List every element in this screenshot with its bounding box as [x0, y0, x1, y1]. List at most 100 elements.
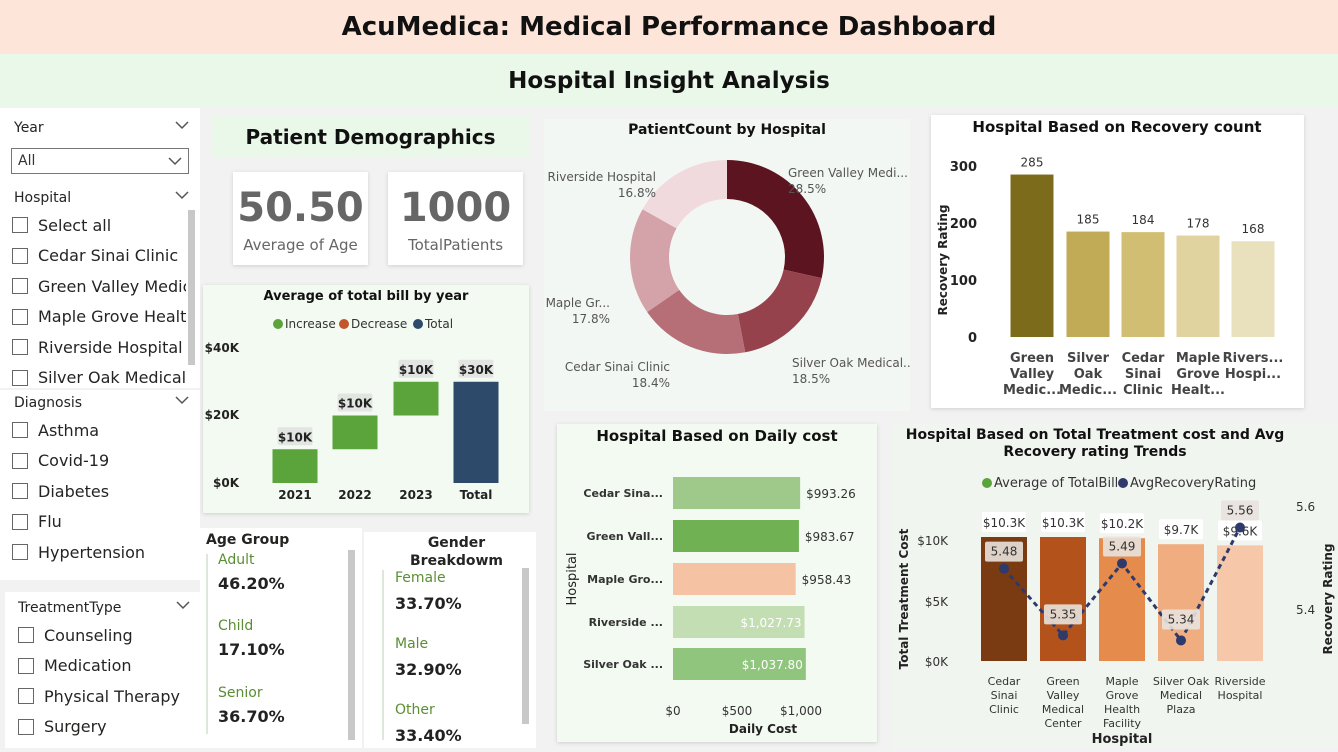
avg-age-card: 50.50 Average of Age — [233, 172, 368, 265]
waterfall-bar — [332, 415, 378, 450]
hospital-scrollbar[interactable] — [188, 210, 195, 365]
y-axis-title: Total Treatment Cost — [897, 528, 911, 669]
y2-axis-title: Recovery Rating — [1321, 544, 1335, 655]
cost-bar — [1040, 537, 1086, 661]
patient-count-chart: PatientCount by Hospital Green Valley Med… — [544, 119, 915, 411]
chevron-down-icon[interactable] — [176, 600, 190, 610]
waterfall-bar — [272, 449, 318, 483]
chevron-down-icon[interactable] — [175, 190, 189, 200]
chevron-down-icon[interactable] — [175, 120, 189, 130]
diagnosis-option[interactable]: Hypertension — [12, 537, 192, 568]
x-tick-label: Grove — [1106, 689, 1139, 702]
year-slicer-header[interactable]: Year — [14, 120, 189, 136]
option-label: Surgery — [44, 717, 107, 737]
hospital-option[interactable]: Green Valley Medic... — [12, 271, 186, 302]
gender-value: 33.40% — [395, 726, 462, 745]
y-tick-label: 200 — [950, 217, 977, 232]
checkbox[interactable] — [18, 718, 34, 735]
waterfall-bar — [393, 381, 439, 416]
y2-tick-label: 5.4 — [1296, 603, 1315, 617]
gender-item: Female 33.70% — [395, 570, 462, 613]
gender-value: 33.70% — [395, 594, 462, 613]
gender-label: Female — [395, 570, 446, 586]
year-dropdown-value: All — [18, 153, 36, 169]
treatment-option[interactable]: Counseling — [18, 620, 196, 651]
data-label: $958.43 — [802, 573, 852, 587]
diagnosis-option[interactable]: Covid-19 — [12, 446, 192, 477]
checkbox[interactable] — [18, 657, 34, 674]
x-tick-label: $500 — [722, 704, 753, 718]
x-tick-label: Silver Oak — [1153, 675, 1210, 688]
checkbox[interactable] — [12, 339, 28, 356]
diagnosis-option[interactable]: Diabetes — [12, 476, 192, 507]
checkbox[interactable] — [12, 544, 28, 561]
treatment-slicer-header[interactable]: TreatmentType — [18, 600, 190, 616]
recovery-svg: Hospital Based on Recovery count Recovery… — [936, 118, 1283, 398]
slice-percent: 18.4% — [632, 376, 670, 390]
age-scrollbar[interactable] — [348, 550, 355, 740]
checkbox[interactable] — [12, 452, 28, 469]
slice-label: Riverside Hospital — [548, 170, 656, 184]
data-label: 184 — [1132, 213, 1155, 227]
hospital-slicer-header[interactable]: Hospital — [14, 190, 189, 206]
data-label: $983.67 — [805, 530, 855, 544]
hospital-option[interactable]: Riverside Hospital — [12, 332, 186, 363]
slice-percent: 18.5% — [792, 372, 830, 386]
cost-bar — [1099, 538, 1145, 661]
x-tick-label: Silver — [1067, 351, 1110, 366]
hospital-option[interactable]: Silver Oak Medical ... — [12, 363, 186, 394]
gender-scrollbar[interactable] — [522, 568, 529, 724]
donut-svg: PatientCount by Hospital Green Valley Med… — [546, 122, 915, 390]
recovery-bar — [1121, 232, 1165, 337]
checkbox[interactable] — [12, 217, 28, 234]
x-tick-label: Center — [1044, 717, 1082, 730]
hospital-option[interactable]: Maple Grove Healt... — [12, 302, 186, 333]
year-dropdown[interactable]: All — [11, 148, 189, 174]
checkbox[interactable] — [12, 247, 28, 264]
y-tick-label: $5K — [925, 595, 949, 609]
chevron-down-icon[interactable] — [175, 395, 189, 405]
checkbox[interactable] — [12, 308, 28, 325]
x-tick-label: Valley — [1047, 689, 1080, 702]
diagnosis-slicer-header[interactable]: Diagnosis — [14, 395, 189, 411]
hospital-slicer-title: Hospital — [14, 190, 72, 206]
option-label: Maple Grove Healt... — [38, 307, 186, 327]
data-label: $10.3K — [983, 516, 1026, 530]
checkbox[interactable] — [12, 483, 28, 500]
data-label: 5.49 — [1109, 539, 1136, 553]
legend-label: Total — [424, 317, 453, 331]
hospital-option[interactable]: Select all — [12, 210, 186, 241]
x-tick-label: Plaza — [1167, 703, 1196, 716]
diagnosis-option[interactable]: Asthma — [12, 415, 192, 446]
x-tick-label: Sinai — [991, 689, 1018, 702]
checkbox[interactable] — [12, 422, 28, 439]
x-tick-label: Green — [1010, 351, 1054, 366]
gender-title-line: Gender — [427, 535, 486, 551]
slice-label: Cedar Sinai Clinic — [565, 360, 670, 374]
slice-label: Maple Gr... — [546, 296, 610, 310]
checkbox[interactable] — [12, 513, 28, 530]
daily-cost-bar — [673, 520, 799, 552]
diagnosis-option[interactable]: Flu — [12, 507, 192, 538]
treatment-option[interactable]: Physical Therapy — [18, 681, 196, 712]
x-tick-label: Green — [1046, 675, 1079, 688]
x-tick-label: Medic... — [1059, 383, 1117, 398]
treatment-option[interactable]: Medication — [18, 651, 196, 682]
y-tick-label: $40K — [205, 341, 240, 355]
hospital-option[interactable]: Cedar Sinai Clinic — [12, 241, 186, 272]
chart-title: Average of total bill by year — [264, 289, 470, 304]
checkbox[interactable] — [18, 627, 34, 644]
treatment-list: Counseling Medication Physical Therapy S… — [18, 620, 196, 742]
treatment-option[interactable]: Surgery — [18, 712, 196, 743]
diagnosis-list: Asthma Covid-19 Diabetes Flu Hypertensio… — [12, 415, 192, 568]
checkbox[interactable] — [18, 688, 34, 705]
x-tick-label: Sinai — [1125, 367, 1161, 382]
checkbox[interactable] — [12, 278, 28, 295]
y-tick-label: Cedar Sina... — [583, 487, 663, 500]
recovery-chart: Hospital Based on Recovery count Recovery… — [931, 115, 1304, 408]
legend-label: Decrease — [351, 317, 407, 331]
total-patients-value: 1000 — [399, 185, 512, 231]
recovery-bar — [1066, 231, 1110, 337]
checkbox[interactable] — [12, 369, 28, 386]
legend-label: AvgRecoveryRating — [1130, 476, 1256, 491]
